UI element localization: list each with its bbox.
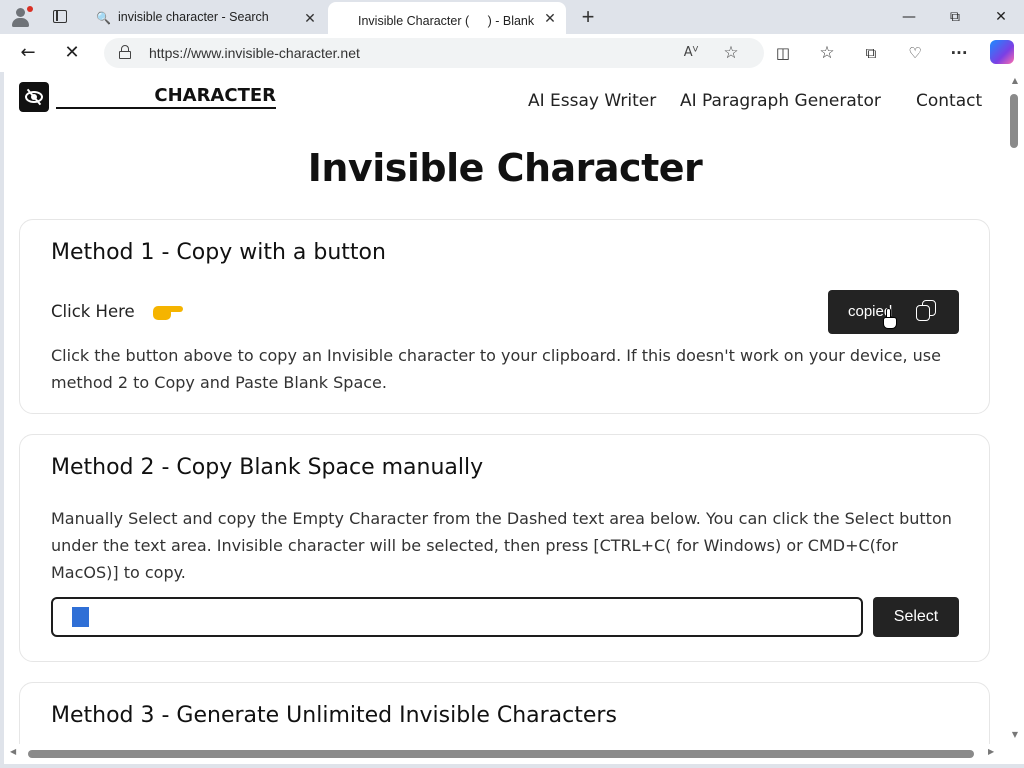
split-screen-icon[interactable]: ◫ [770, 41, 796, 65]
pointing-hand-icon [151, 298, 185, 324]
new-tab-button[interactable]: + [576, 6, 600, 30]
brand-name: CHARACTER [154, 85, 276, 106]
window-close-button[interactable]: ✕ [978, 4, 1024, 30]
method-2-heading: Method 2 - Copy Blank Space manually [51, 455, 484, 480]
tab-actions-icon[interactable] [46, 7, 74, 27]
copy-icon [915, 300, 937, 322]
window-bottom-edge [0, 764, 1024, 768]
scroll-down-icon[interactable]: ▼ [1010, 730, 1020, 739]
select-button[interactable]: Select [873, 597, 959, 637]
tab-title: Invisible Character ( ㅤ ) - Blank Space [358, 14, 534, 28]
brand-link[interactable]: CHARACTER [56, 85, 276, 109]
hand-cursor-icon [882, 308, 898, 330]
nav-ai-essay-writer[interactable]: AI Essay Writer [528, 91, 656, 111]
nav-contact[interactable]: Contact [916, 91, 982, 111]
favorites-icon[interactable]: ☆ [814, 41, 840, 65]
tab-invisible-character[interactable]: Invisible Character ( ㅤ ) - Blank Space … [328, 2, 566, 34]
scroll-right-icon[interactable]: ▶ [988, 747, 994, 756]
click-here-label: Click Here [51, 302, 135, 321]
selected-character[interactable]: ㅤ [72, 607, 89, 627]
nav-ai-paragraph-generator[interactable]: AI Paragraph Generator [680, 91, 881, 111]
vertical-scrollbar[interactable]: ▲ ▼ [1006, 72, 1024, 744]
search-icon: 🔍 [96, 11, 111, 25]
lock-icon[interactable] [118, 45, 132, 59]
horizontal-scrollbar[interactable]: ◀ ▶ [4, 744, 1024, 764]
page-viewport: CHARACTER AI Essay Writer AI Paragraph G… [4, 72, 1006, 744]
heart-pulse-icon[interactable]: ♡ [902, 41, 928, 65]
url-text[interactable]: https://www.invisible-character.net [149, 45, 360, 61]
minimize-button[interactable]: — [886, 4, 932, 30]
address-bar[interactable]: https://www.invisible-character.net Aⱽ ☆ [104, 38, 764, 68]
invisible-character-field[interactable]: ㅤ [51, 597, 863, 637]
star-icon[interactable]: ☆ [720, 42, 742, 64]
scroll-up-icon[interactable]: ▲ [1010, 76, 1020, 85]
tab-strip: 🔍 invisible character - Search ✕ Invisib… [0, 0, 1024, 34]
back-button[interactable]: ← [14, 39, 42, 67]
tab-search[interactable]: 🔍 invisible character - Search ✕ [88, 2, 326, 34]
stop-button[interactable]: ✕ [58, 39, 86, 67]
page-title: Invisible Character [307, 146, 703, 190]
tab-title: invisible character - Search [118, 10, 269, 24]
vertical-scroll-thumb[interactable] [1010, 94, 1018, 148]
close-icon[interactable]: ✕ [300, 8, 320, 28]
method-3-card: Method 3 - Generate Unlimited Invisible … [19, 682, 990, 744]
method-2-description: Manually Select and copy the Empty Chara… [51, 509, 952, 582]
method-3-heading: Method 3 - Generate Unlimited Invisible … [51, 703, 617, 728]
restore-button[interactable]: ⧉ [932, 4, 978, 30]
method-2-card: Method 2 - Copy Blank Space manually Man… [19, 434, 990, 662]
collections-icon[interactable]: ⧉ [858, 41, 884, 65]
profile-icon[interactable] [8, 5, 34, 29]
copilot-icon[interactable] [990, 40, 1014, 64]
read-aloud-icon[interactable]: Aⱽ [680, 42, 702, 64]
scroll-left-icon[interactable]: ◀ [10, 747, 16, 756]
method-1-card: Method 1 - Copy with a button Click Here… [19, 219, 990, 414]
method-1-heading: Method 1 - Copy with a button [51, 240, 386, 265]
method-1-description: Click the button above to copy an Invisi… [51, 346, 941, 392]
close-icon[interactable]: ✕ [540, 8, 560, 28]
site-logo[interactable] [19, 82, 49, 112]
horizontal-scroll-thumb[interactable] [28, 750, 974, 758]
ellipsis-icon[interactable]: ··· [946, 41, 972, 65]
browser-toolbar: ← ✕ https://www.invisible-character.net … [0, 34, 1024, 72]
